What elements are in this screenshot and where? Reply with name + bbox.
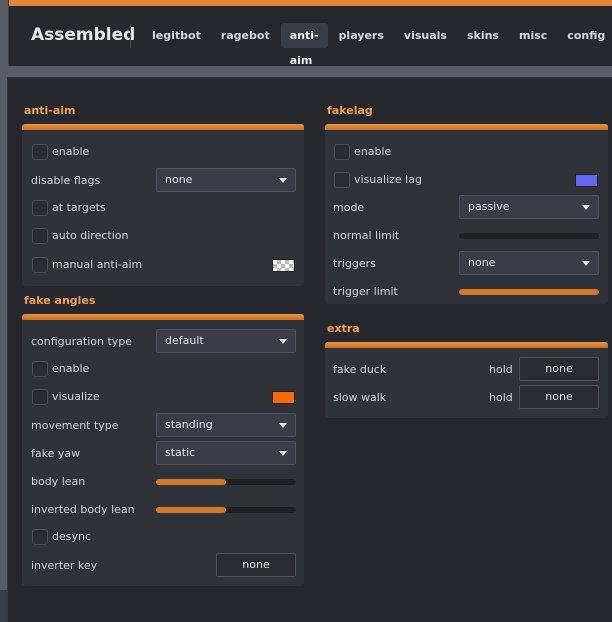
chevron-down-icon (582, 261, 590, 266)
visualize-color-swatch[interactable] (272, 391, 295, 404)
inverted-body-lean-label: inverted body lean (31, 503, 135, 516)
slow-walk-label: slow walk (333, 391, 387, 404)
top-bar: Assembled legitbot ragebot anti-aim play… (8, 0, 612, 67)
at-targets-checkbox[interactable] (32, 200, 48, 216)
movement-type-value: standing (165, 418, 213, 431)
body-lean-slider[interactable] (156, 479, 296, 485)
inverted-body-lean-slider-fill (156, 507, 226, 513)
extra-accent (325, 342, 608, 348)
disable-flags-label: disable flags (31, 174, 101, 187)
movement-type-label: movement type (31, 419, 119, 432)
configuration-type-label: configuration type (31, 335, 133, 348)
chevron-down-icon (279, 451, 287, 456)
body-lean-label: body lean (31, 475, 86, 488)
disable-flags-dropdown[interactable]: none (156, 168, 296, 192)
tab-config[interactable]: config (558, 23, 612, 48)
slow-walk-mode: hold (489, 391, 513, 404)
tab-misc[interactable]: misc (510, 23, 556, 48)
anti-aim-title: anti-aim (24, 104, 76, 117)
desync-checkbox[interactable] (32, 529, 48, 545)
fakelag-title: fakelag (327, 104, 373, 117)
triggers-value: none (468, 256, 496, 269)
visualize-lag-color-swatch[interactable] (575, 174, 598, 187)
inverted-body-lean-slider[interactable] (156, 507, 296, 513)
trigger-limit-label: trigger limit (333, 285, 398, 298)
slow-walk-key-button[interactable]: none (519, 385, 599, 409)
trigger-limit-slider[interactable] (459, 289, 599, 295)
manual-anti-aim-color-swatch[interactable] (272, 259, 295, 272)
fake-yaw-dropdown[interactable]: static (156, 441, 296, 465)
fake-duck-key-button[interactable]: none (519, 357, 599, 381)
disable-flags-value: none (165, 173, 193, 186)
tab-skins[interactable]: skins (458, 23, 508, 48)
tab-players[interactable]: players (330, 23, 393, 48)
fakelag-group: enable visualize lag mode passive normal… (325, 124, 608, 304)
mode-label: mode (333, 201, 365, 214)
chevron-down-icon (279, 339, 287, 344)
inverter-key-label: inverter key (31, 559, 98, 572)
anti-aim-enable-checkbox[interactable] (32, 144, 48, 160)
fake-angles-enable-label: enable (52, 362, 90, 375)
anti-aim-group: enable disable flags none at targets aut… (22, 124, 304, 286)
main-tabs: legitbot ragebot anti-aim players visual… (143, 23, 612, 67)
fake-yaw-value: static (165, 446, 196, 459)
configuration-type-dropdown[interactable]: default (156, 329, 296, 353)
visualize-checkbox[interactable] (32, 389, 48, 405)
tab-anti-aim[interactable]: anti-aim (280, 23, 328, 67)
chevron-down-icon (279, 423, 287, 428)
fake-angles-enable-checkbox[interactable] (32, 361, 48, 377)
triggers-dropdown[interactable]: none (459, 251, 599, 275)
fake-angles-group: configuration type default enable visual… (22, 314, 304, 586)
normal-limit-slider[interactable] (459, 233, 599, 239)
visualize-lag-checkbox[interactable] (334, 172, 350, 188)
tab-ragebot[interactable]: ragebot (212, 23, 279, 48)
app-title: Assembled (31, 25, 136, 45)
fake-yaw-label: fake yaw (31, 447, 81, 460)
chevron-down-icon (279, 178, 287, 183)
movement-type-dropdown[interactable]: standing (156, 413, 296, 437)
visualize-lag-label: visualize lag (354, 173, 422, 186)
extra-group: fake duck hold none slow walk hold none (325, 342, 608, 418)
inverter-key-button[interactable]: none (216, 553, 296, 577)
configuration-type-value: default (165, 334, 204, 347)
mode-value: passive (468, 200, 510, 213)
at-targets-label: at targets (52, 201, 106, 214)
normal-limit-label: normal limit (333, 229, 400, 242)
extra-title: extra (327, 322, 360, 335)
brand-divider (130, 24, 131, 48)
chevron-down-icon (582, 205, 590, 210)
auto-direction-label: auto direction (52, 229, 129, 242)
manual-anti-aim-label: manual anti-aim (52, 258, 143, 271)
trigger-limit-slider-fill (459, 289, 599, 295)
fakelag-accent (325, 124, 608, 130)
visualize-label: visualize (52, 390, 100, 403)
mode-dropdown[interactable]: passive (459, 195, 599, 219)
fake-angles-title: fake angles (24, 294, 96, 307)
desync-label: desync (52, 530, 92, 543)
body-lean-slider-fill (156, 479, 226, 485)
anti-aim-enable-label: enable (52, 145, 90, 158)
triggers-label: triggers (333, 257, 376, 270)
fake-duck-mode: hold (489, 363, 513, 376)
fake-angles-accent (22, 314, 304, 320)
fakelag-enable-label: enable (354, 145, 392, 158)
tab-legitbot[interactable]: legitbot (143, 23, 210, 48)
manual-anti-aim-checkbox[interactable] (32, 257, 48, 273)
fakelag-enable-checkbox[interactable] (334, 144, 350, 160)
top-bar-accent (9, 0, 612, 6)
anti-aim-accent (22, 124, 304, 130)
main-panel: anti-aim enable disable flags none at ta… (7, 77, 612, 622)
fake-duck-label: fake duck (333, 363, 387, 376)
auto-direction-checkbox[interactable] (32, 228, 48, 244)
tab-visuals[interactable]: visuals (395, 23, 456, 48)
